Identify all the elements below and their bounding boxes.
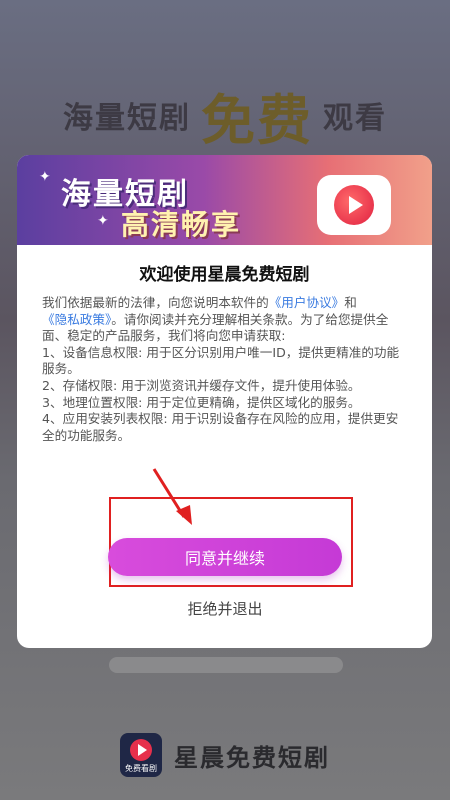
permission-storage: 2、存储权限: 用于浏览资讯并缓存文件，提升使用体验。	[42, 377, 361, 393]
footer-app-name: 星晨免费短剧	[174, 743, 330, 772]
privacy-policy-link[interactable]: 《隐私政策》	[42, 312, 111, 327]
sparkle-icon: ✦	[39, 169, 51, 185]
footer-logo-label: 免费看剧	[125, 764, 157, 773]
dialog-title: 欢迎使用星晨免费短剧	[139, 265, 310, 285]
body-and: 和	[344, 295, 357, 310]
sparkle-icon: ✦	[97, 213, 109, 229]
dialog-header-banner: ✦ ✦ 海量短剧 高清畅享	[17, 155, 432, 245]
body-prefix: 我们依据最新的法律，向您说明本软件的	[42, 295, 269, 310]
permission-device: 1、设备信息权限: 用于区分识别用户唯一ID，提供更精准的功能服务。	[42, 344, 400, 377]
footer-brand: 免费看剧 星晨免费短剧	[0, 710, 450, 800]
header-line2: 高清畅享	[121, 208, 242, 241]
agree-continue-button[interactable]: 同意并继续	[108, 538, 342, 576]
banner-text-mid: 免费	[201, 88, 313, 152]
dialog-body: 我们依据最新的法律，向您说明本软件的《用户协议》和 《隐私政策》。请你阅读并充分…	[42, 295, 410, 444]
scroll-indicator	[109, 657, 343, 673]
user-agreement-link[interactable]: 《用户协议》	[269, 295, 345, 310]
mini-play-icon	[130, 739, 152, 761]
background-banner: 海量短剧 免费 观看	[0, 70, 450, 160]
banner-text-left: 海量短剧	[63, 101, 191, 136]
app-logo-icon	[317, 175, 391, 235]
banner-text-right: 观看	[323, 101, 387, 136]
play-icon	[334, 185, 374, 225]
refuse-exit-link[interactable]: 拒绝并退出	[0, 598, 450, 619]
permission-app-list: 4、应用安装列表权限: 用于识别设备存在风险的应用，提供更安全的功能服务。	[42, 411, 399, 443]
footer-app-logo-icon: 免费看剧	[120, 733, 162, 777]
permission-location: 3、地理位置权限: 用于定位更精确，提供区域化的服务。	[42, 394, 361, 410]
